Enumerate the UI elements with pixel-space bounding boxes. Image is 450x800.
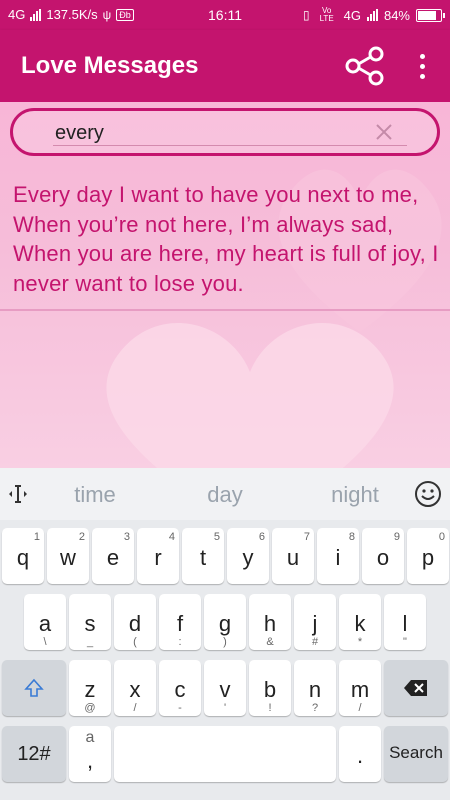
suggestion-1[interactable]: time — [50, 482, 140, 508]
battery-icon — [416, 8, 445, 22]
key-v[interactable]: v ' — [204, 660, 246, 716]
more-vert-icon — [419, 53, 425, 59]
search-underline — [53, 145, 407, 146]
clear-icon[interactable] — [373, 121, 395, 143]
key-y[interactable]: 6y — [227, 528, 269, 584]
app-title: Love Messages — [21, 52, 199, 79]
message-item[interactable]: Every day I want to have you next to me,… — [13, 180, 439, 298]
search-input[interactable] — [55, 121, 375, 145]
message-list[interactable]: Every day I want to have you next to me,… — [0, 102, 450, 468]
shift-key[interactable] — [2, 660, 66, 716]
key-t[interactable]: 5t — [182, 528, 224, 584]
share-icon — [345, 46, 384, 86]
shift-icon — [24, 678, 44, 697]
share-button[interactable] — [343, 44, 387, 88]
key-w[interactable]: 2w — [47, 528, 89, 584]
key-s[interactable]: s _ — [69, 594, 111, 650]
space-key[interactable] — [114, 726, 336, 782]
status-bar: 4G 137.5K/s ψ Ðb 16:11 ▯ Vo LTE 4G 84% — [0, 0, 450, 30]
battery-percent: 84% — [383, 7, 410, 23]
suggestion-2[interactable]: day — [180, 482, 270, 508]
key-z[interactable]: z @ — [69, 660, 111, 716]
backspace-key[interactable] — [384, 660, 448, 716]
backspace-icon — [404, 680, 427, 696]
key-q[interactable]: 1q — [2, 528, 44, 584]
key-f[interactable]: f: — [159, 594, 201, 650]
key-c[interactable]: c- — [159, 660, 201, 716]
volte-badge: Vo LTE — [319, 6, 334, 23]
divider — [0, 309, 450, 311]
key-l[interactable]: l " — [384, 594, 426, 650]
key-e[interactable]: 3e — [92, 528, 134, 584]
key-h[interactable]: h & — [249, 594, 291, 650]
search-action-key[interactable]: Search — [384, 726, 448, 782]
symbols-key[interactable]: 12# — [2, 726, 66, 782]
signal-icon-2 — [366, 9, 378, 21]
key-b[interactable]: b! — [249, 660, 291, 716]
keyboard: 1q 2w 3e 4r 5t 6y 7u 8i 9o 0p a \ s _ d( f… — [0, 520, 450, 800]
key-m[interactable]: m / — [339, 660, 381, 716]
key-k[interactable]: k * — [339, 594, 381, 650]
network-type-2: 4G — [343, 7, 361, 23]
key-d[interactable]: d( — [114, 594, 156, 650]
vibrate-icon: ▯ — [303, 8, 310, 22]
key-o[interactable]: 9o — [362, 528, 404, 584]
key-g[interactable]: g) — [204, 594, 246, 650]
search-box[interactable] — [10, 108, 440, 156]
key-a[interactable]: a \ — [24, 594, 66, 650]
key-j[interactable]: j # — [294, 594, 336, 650]
suggestion-3[interactable]: night — [310, 482, 400, 508]
key-p[interactable]: 0p — [407, 528, 449, 584]
period-key[interactable]: . — [339, 726, 381, 782]
app-bar: Love Messages — [0, 30, 450, 102]
overflow-menu-button[interactable] — [408, 48, 436, 84]
key-n[interactable]: n? — [294, 660, 336, 716]
comma-key[interactable]: a, — [69, 726, 111, 782]
suggestion-bar: time day night — [0, 468, 450, 520]
cursor-control-icon[interactable] — [6, 480, 30, 508]
key-r[interactable]: 4r — [137, 528, 179, 584]
key-i[interactable]: 8i — [317, 528, 359, 584]
emoji-icon[interactable] — [414, 480, 442, 508]
key-x[interactable]: x / — [114, 660, 156, 716]
key-u[interactable]: 7u — [272, 528, 314, 584]
